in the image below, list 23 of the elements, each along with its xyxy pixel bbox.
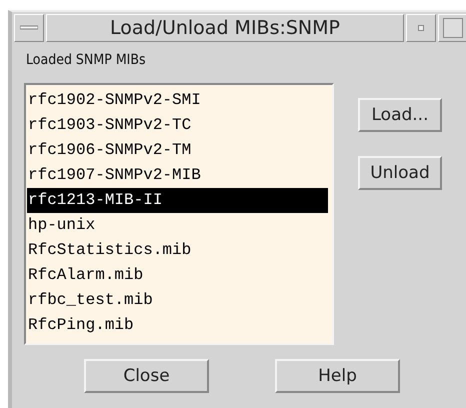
maximize-icon xyxy=(443,18,463,38)
mib-list-item[interactable]: rfc1906-SNMPv2-TM xyxy=(27,138,328,163)
mib-list-item[interactable]: hp-unix xyxy=(27,213,328,238)
window-menu-button[interactable] xyxy=(14,14,44,42)
mib-list-item[interactable]: rfc1213-MIB-II xyxy=(27,188,328,213)
window-title: Load/Unload MIBs:SNMP xyxy=(46,14,404,42)
mib-list-item[interactable]: RfcStatistics.mib xyxy=(27,238,328,263)
mib-list-item[interactable]: rfbc_test.mib xyxy=(27,288,328,313)
help-button[interactable]: Help xyxy=(275,359,400,393)
mib-list[interactable]: rfc1902-SNMPv2-SMI rfc1903-SNMPv2-TC rfc1906-SNMPv2-TM rfc1907-SNMPv2-MIB rfc1213-MIB-II hp-unix RfcStatistics.mib RfcAlarm.mib rfbc_test.mib RfcPing.mib xyxy=(24,83,334,345)
menu-bar-icon xyxy=(20,25,38,31)
mib-list-item[interactable]: RfcAlarm.mib xyxy=(27,263,328,288)
load-button[interactable]: Load... xyxy=(358,98,442,132)
mib-list-item[interactable]: rfc1907-SNMPv2-MIB xyxy=(27,163,328,188)
list-label: Loaded SNMP MIBs xyxy=(26,52,147,70)
mib-list-item[interactable]: rfc1903-SNMPv2-TC xyxy=(27,113,328,138)
minimize-icon xyxy=(418,25,424,31)
maximize-button[interactable] xyxy=(438,14,466,42)
mib-list-item[interactable]: RfcPing.mib xyxy=(27,313,328,338)
mib-list-item[interactable]: rfc1902-SNMPv2-SMI xyxy=(27,88,328,113)
unload-button[interactable]: Unload xyxy=(358,156,442,190)
minimize-button[interactable] xyxy=(406,14,436,42)
close-button[interactable]: Close xyxy=(84,359,209,393)
